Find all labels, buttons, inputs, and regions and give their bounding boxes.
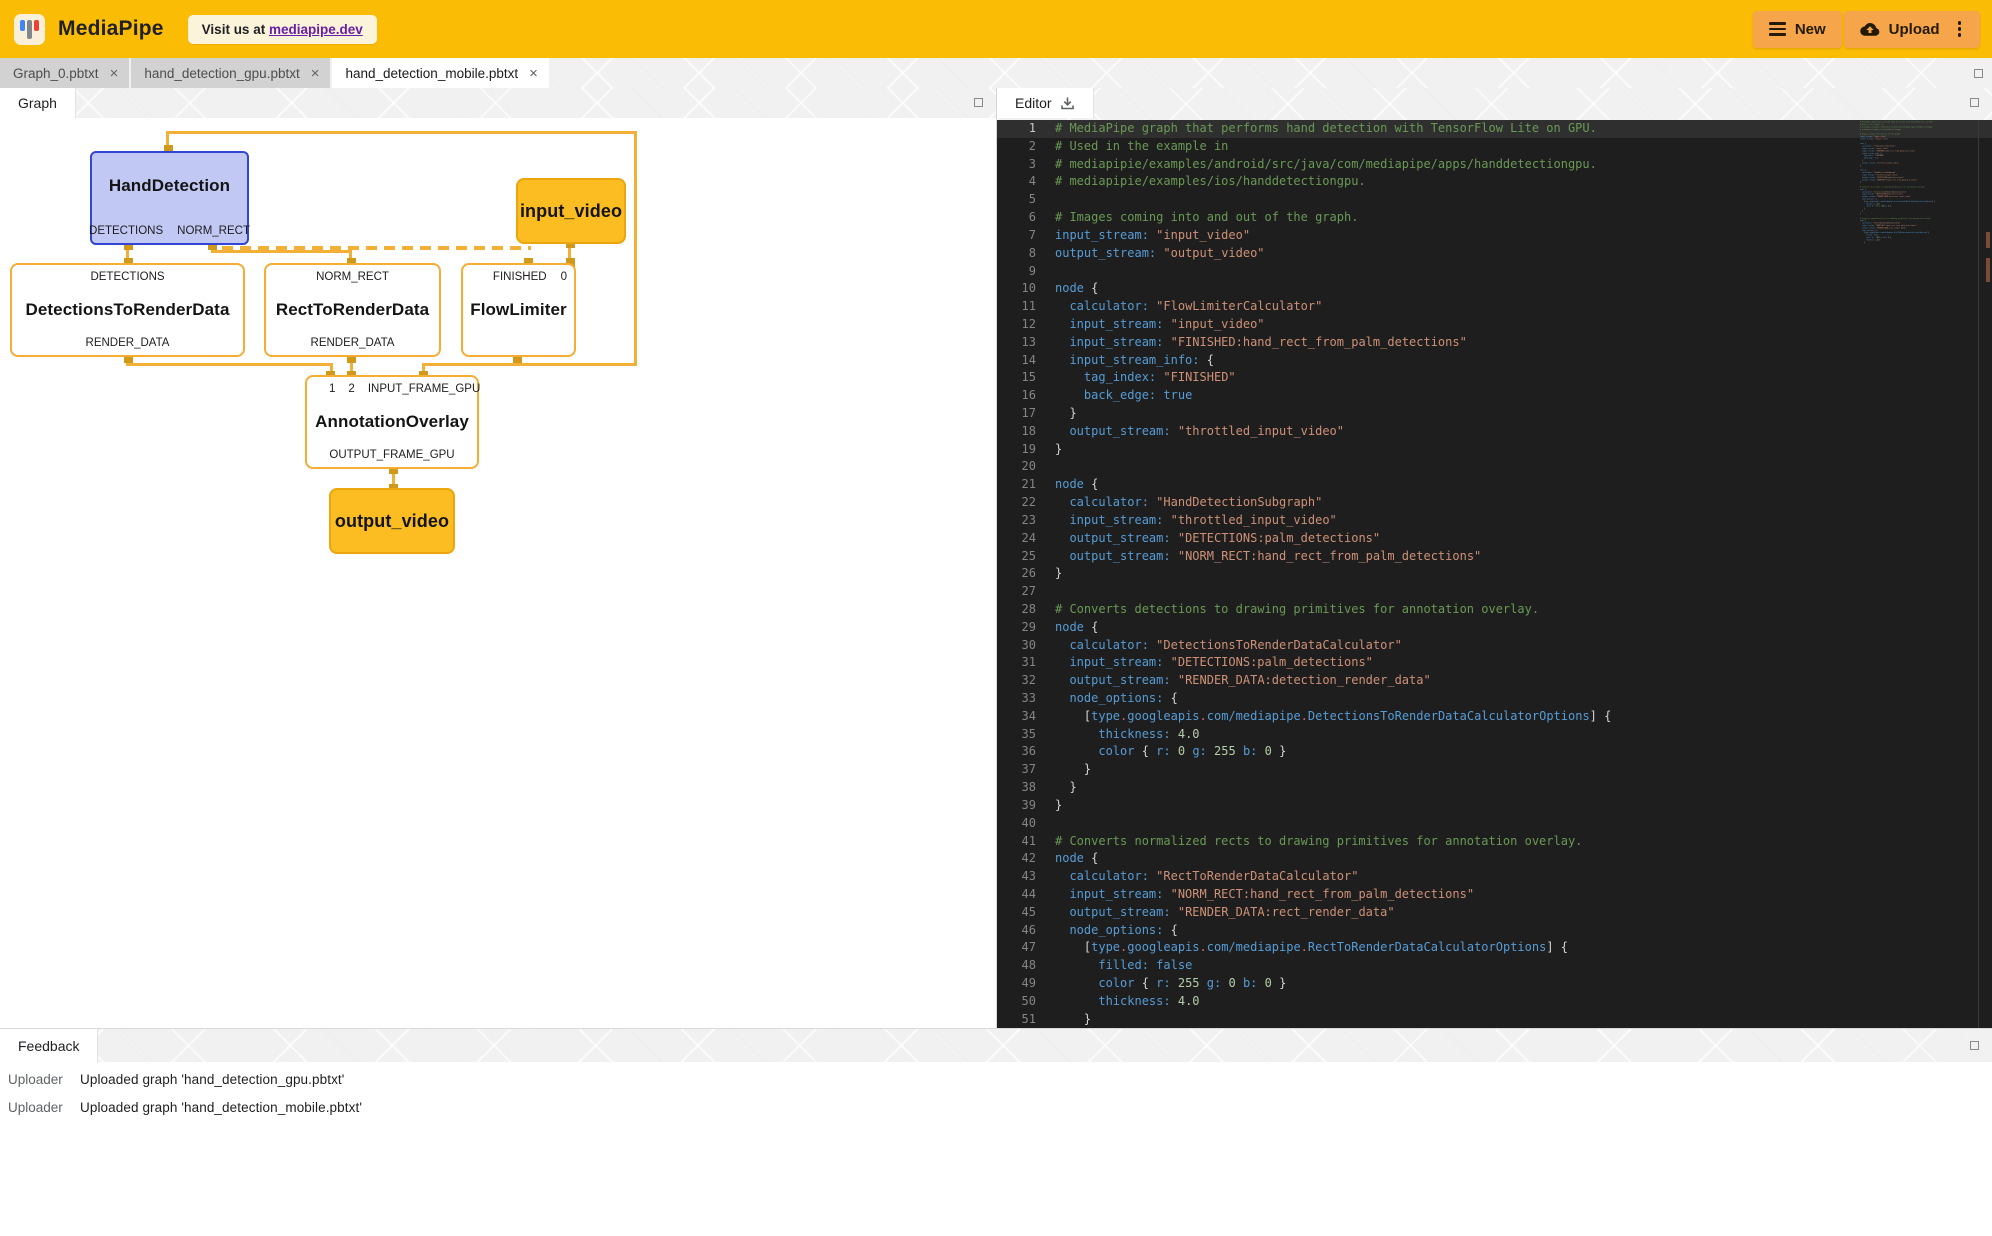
- node-title: output_video: [331, 511, 453, 532]
- upload-button-label: Upload: [1889, 21, 1940, 38]
- graph-node-hand-detection[interactable]: HandDetection DETECTIONS NORM_RECT: [90, 151, 249, 245]
- mediapipe-dev-link[interactable]: mediapipe.dev: [269, 22, 363, 37]
- port-label: 2: [348, 383, 354, 395]
- kebab-menu-icon[interactable]: [1955, 19, 1965, 39]
- port-label: FINISHED: [493, 271, 547, 283]
- port-label: NORM_RECT: [177, 225, 250, 237]
- expand-feedback-panel-icon[interactable]: [1970, 1041, 1979, 1050]
- upload-button[interactable]: Upload: [1844, 11, 1980, 48]
- edge-dtr-renderdata-2: [126, 363, 333, 366]
- expand-panel-icon[interactable]: [1974, 69, 1983, 78]
- graph-tab-label: Graph: [18, 95, 57, 111]
- feedback-row: Uploader Uploaded graph 'hand_detection_…: [8, 1072, 1992, 1100]
- node-title: HandDetection: [92, 153, 247, 219]
- feedback-source: Uploader: [8, 1072, 72, 1087]
- node-title: AnnotationOverlay: [307, 401, 477, 443]
- node-title: FlowLimiter: [463, 289, 574, 331]
- graph-node-annotation-overlay[interactable]: 1 2 INPUT_FRAME_GPU AnnotationOverlay OU…: [305, 375, 479, 469]
- edge-throttled-loop-right: [634, 131, 637, 366]
- feedback-message: Uploaded graph 'hand_detection_gpu.pbtxt…: [80, 1072, 344, 1087]
- graph-panel-header: Graph: [0, 88, 996, 118]
- graph-node-flow-limiter[interactable]: FINISHED 0 FlowLimiter: [461, 263, 576, 357]
- cloud-upload-icon: [1860, 22, 1880, 37]
- visit-us-pill[interactable]: Visit us at mediapipe.dev: [188, 15, 377, 44]
- node-title: RectToRenderData: [266, 289, 439, 331]
- graph-node-output-video[interactable]: output_video: [329, 488, 455, 554]
- code-editor[interactable]: 1# MediaPipe graph that performs hand de…: [997, 120, 1992, 1028]
- tab-graph-view[interactable]: Graph: [0, 88, 76, 118]
- editor-panel: Editor 1# MediaPipe graph that performs …: [997, 88, 1992, 1028]
- tab-feedback[interactable]: Feedback: [0, 1029, 98, 1063]
- port-label: DETECTIONS: [89, 225, 163, 237]
- feedback-panel-header: Feedback: [0, 1028, 1992, 1062]
- expand-editor-panel-icon[interactable]: [1970, 98, 1979, 107]
- expand-graph-panel-icon[interactable]: [974, 98, 983, 107]
- tab-hand-detection-mobile-pbtxt[interactable]: hand_detection_mobile.pbtxt ×: [332, 58, 548, 88]
- edge-backedge-finished-dashed: [222, 246, 531, 250]
- graph-panel: Graph: [0, 88, 997, 1028]
- editor-panel-header: Editor: [997, 88, 1992, 120]
- code-lines[interactable]: 1# MediaPipe graph that performs hand de…: [997, 120, 1992, 1028]
- tab-editor[interactable]: Editor: [997, 88, 1094, 118]
- new-button[interactable]: New: [1753, 11, 1842, 48]
- tab-label: hand_detection_mobile.pbtxt: [345, 66, 518, 81]
- edge-normrect-2: [211, 250, 352, 253]
- file-tab-bar: Graph_0.pbtxt × hand_detection_gpu.pbtxt…: [0, 58, 1992, 88]
- feedback-message: Uploaded graph 'hand_detection_mobile.pb…: [80, 1100, 362, 1115]
- close-icon[interactable]: ×: [528, 66, 539, 81]
- port-label: NORM_RECT: [316, 271, 389, 283]
- feedback-tab-label: Feedback: [18, 1038, 79, 1054]
- feedback-row: Uploader Uploaded graph 'hand_detection_…: [8, 1100, 1992, 1128]
- tab-label: hand_detection_gpu.pbtxt: [144, 66, 299, 81]
- close-icon[interactable]: ×: [310, 66, 321, 81]
- editor-scrollbar[interactable]: [1978, 120, 1992, 1028]
- feedback-log: Uploader Uploaded graph 'hand_detection_…: [0, 1062, 1992, 1226]
- ruler-mark: [1986, 232, 1990, 248]
- graph-node-detections-to-render-data[interactable]: DETECTIONS DetectionsToRenderData RENDER…: [10, 263, 245, 357]
- download-icon[interactable]: [1060, 96, 1075, 111]
- edge-throttled-loop-top: [166, 131, 637, 134]
- hamburger-icon: [1769, 19, 1786, 39]
- port-label: INPUT_FRAME_GPU: [368, 383, 480, 395]
- app-header: MediaPipe Visit us at mediapipe.dev New …: [0, 0, 1992, 58]
- app-title: MediaPipe: [58, 17, 164, 41]
- graph-node-rect-to-render-data[interactable]: NORM_RECT RectToRenderData RENDER_DATA: [264, 263, 441, 357]
- graph-node-input-video[interactable]: input_video: [516, 178, 626, 244]
- visit-prefix: Visit us at: [202, 22, 269, 37]
- feedback-source: Uploader: [8, 1100, 72, 1115]
- port-label: RENDER_DATA: [311, 337, 395, 349]
- close-icon[interactable]: ×: [109, 66, 120, 81]
- tab-graph-0-pbtxt[interactable]: Graph_0.pbtxt ×: [0, 58, 129, 88]
- port-label: DETECTIONS: [90, 271, 164, 283]
- mediapipe-logo-icon: [14, 14, 45, 45]
- graph-canvas[interactable]: HandDetection DETECTIONS NORM_RECT input…: [0, 118, 996, 1028]
- tab-label: Graph_0.pbtxt: [13, 66, 99, 81]
- port-label: 0: [561, 271, 567, 283]
- port-label: RENDER_DATA: [86, 337, 170, 349]
- editor-tab-label: Editor: [1015, 95, 1052, 111]
- edge-throttled-bottom: [424, 363, 637, 366]
- port-label: 1: [329, 383, 335, 395]
- node-title: input_video: [518, 201, 624, 222]
- tab-hand-detection-gpu-pbtxt[interactable]: hand_detection_gpu.pbtxt ×: [131, 58, 330, 88]
- ruler-mark: [1986, 258, 1990, 282]
- port-label: OUTPUT_FRAME_GPU: [329, 449, 454, 461]
- node-title: DetectionsToRenderData: [12, 289, 243, 331]
- new-button-label: New: [1795, 21, 1826, 38]
